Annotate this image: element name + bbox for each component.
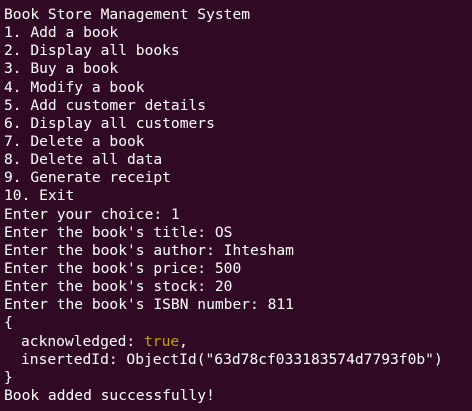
prompt-price: Enter the book's price: 500 — [4, 259, 242, 277]
menu-item-modify-book: 4. Modify a book — [4, 78, 145, 96]
acknowledged-key: acknowledged: — [21, 332, 145, 350]
menu-item-add-customer: 5. Add customer details — [4, 96, 207, 114]
app-title-line: Book Store Management System — [4, 6, 251, 23]
prompt-choice: Enter your choice: 1 — [4, 205, 180, 223]
prompt-stock: Enter the book's stock: 20 — [4, 278, 233, 296]
prompt-isbn: Enter the book's ISBN number: 811 — [4, 296, 294, 314]
menu-item-display-customers: 6. Display all customers — [4, 114, 215, 132]
result-inserted-id-line: insertedId: ObjectId("63d78cf033183574d7… — [21, 350, 443, 368]
terminal-output[interactable]: Book Store Management System 1. Add a bo… — [0, 0, 472, 411]
result-close-brace: } — [4, 368, 13, 386]
menu-item-delete-book: 7. Delete a book — [4, 132, 145, 150]
menu-item-buy-book: 3. Buy a book — [4, 60, 119, 78]
prompt-title: Enter the book's title: OS — [4, 223, 233, 241]
result-open-brace: { — [4, 314, 13, 332]
success-message: Book added successfully! — [4, 386, 215, 404]
menu-item-exit: 10. Exit — [4, 187, 75, 205]
menu-item-delete-all: 8. Delete all data — [4, 151, 163, 169]
menu-item-display-books: 2. Display all books — [4, 42, 180, 60]
menu-item-add-book: 1. Add a book — [4, 24, 119, 42]
acknowledged-value: true — [144, 332, 180, 350]
prompt-author: Enter the book's author: Ihtesham — [4, 241, 294, 259]
menu-item-generate-receipt: 9. Generate receipt — [4, 169, 171, 187]
result-acknowledged-line: acknowledged: true, — [4, 333, 472, 351]
acknowledged-suffix: , — [179, 332, 188, 350]
